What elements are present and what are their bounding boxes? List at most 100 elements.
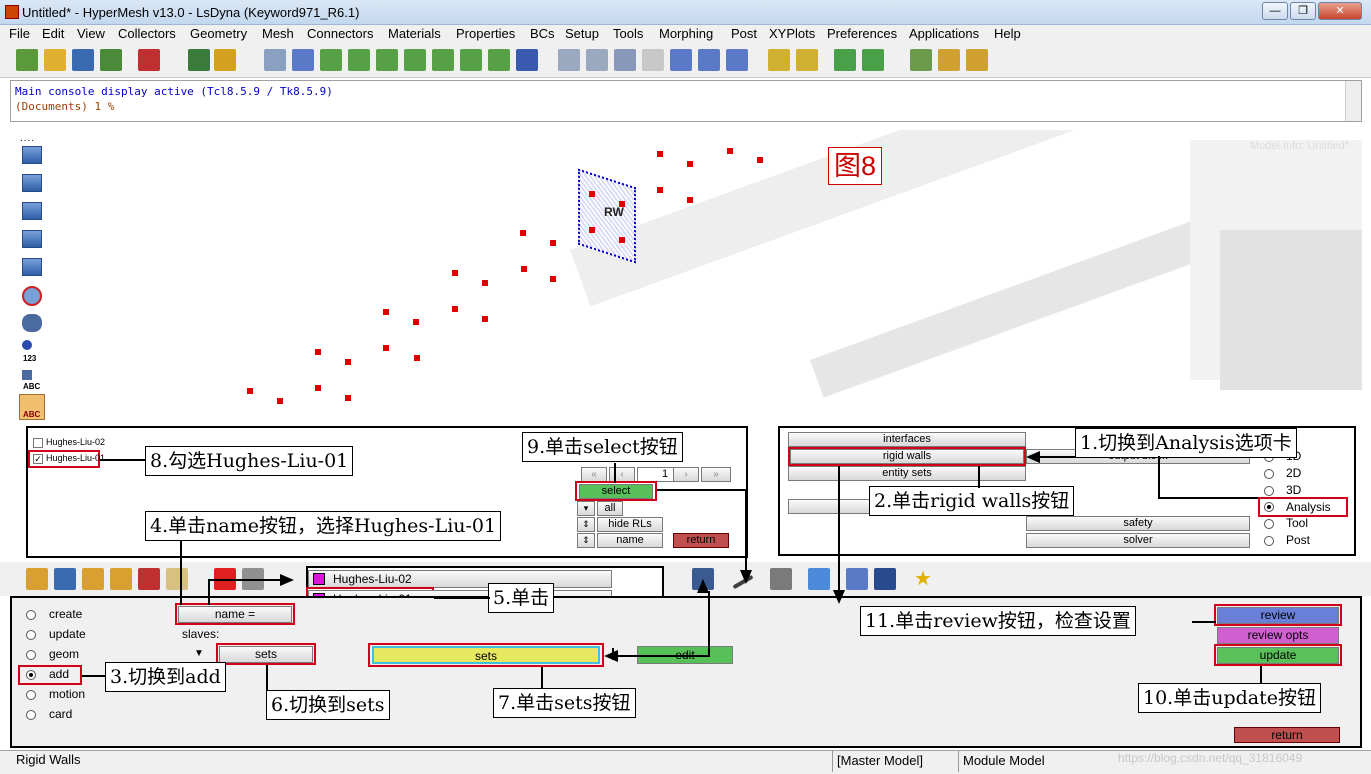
- rigid-walls-button[interactable]: rigid walls: [790, 449, 1024, 464]
- radio-post[interactable]: [1264, 536, 1274, 546]
- checkbox-hughes-liu-01[interactable]: ✓: [33, 454, 43, 464]
- export-icon[interactable]: [138, 49, 160, 71]
- safety-button[interactable]: safety: [1026, 516, 1250, 531]
- horizontal-arrow-icon[interactable]: [670, 49, 692, 71]
- organize-icon[interactable]: [82, 568, 104, 590]
- nav-first-button[interactable]: «: [581, 467, 607, 482]
- dropdown-icon[interactable]: ▾: [577, 501, 595, 516]
- hide-rls-button[interactable]: hide RLs: [597, 517, 663, 532]
- menu-tools[interactable]: Tools: [613, 26, 643, 41]
- view-yz-icon[interactable]: [432, 49, 454, 71]
- update-button[interactable]: update: [1217, 647, 1339, 664]
- surface-icon[interactable]: [808, 568, 830, 590]
- return-button[interactable]: return: [1234, 727, 1340, 743]
- previous-view-icon[interactable]: [292, 49, 314, 71]
- radio-tool[interactable]: [1264, 519, 1274, 529]
- menu-preferences[interactable]: Preferences: [827, 26, 897, 41]
- radio-geom[interactable]: [26, 650, 36, 660]
- slaves-dropdown-icon[interactable]: ▼: [194, 648, 204, 659]
- paste-icon[interactable]: [796, 49, 818, 71]
- radio-add[interactable]: [26, 670, 36, 680]
- no-entry-icon[interactable]: [22, 286, 42, 306]
- menu-mesh[interactable]: Mesh: [262, 26, 294, 41]
- sum-icon[interactable]: [910, 49, 932, 71]
- radio-create[interactable]: [26, 610, 36, 620]
- menu-help[interactable]: Help: [994, 26, 1021, 41]
- console-scrollbar[interactable]: [1345, 81, 1361, 121]
- radio-2d[interactable]: [1264, 469, 1274, 479]
- sum-folder-icon[interactable]: [938, 49, 960, 71]
- menu-edit[interactable]: Edit: [42, 26, 64, 41]
- radio-update[interactable]: [26, 630, 36, 640]
- label-abc-icon[interactable]: [22, 370, 32, 380]
- star-icon[interactable]: ★: [914, 568, 932, 590]
- menu-bcs[interactable]: BCs: [530, 26, 555, 41]
- monitor-icon[interactable]: [874, 568, 896, 590]
- view-xy-icon[interactable]: [320, 49, 342, 71]
- menu-properties[interactable]: Properties: [456, 26, 515, 41]
- menu-morphing[interactable]: Morphing: [659, 26, 713, 41]
- view-zy-icon[interactable]: [460, 49, 482, 71]
- save-model-icon[interactable]: [72, 49, 94, 71]
- find-icon[interactable]: [22, 202, 42, 220]
- entity-sets-button[interactable]: entity sets: [788, 466, 1026, 481]
- radio-motion[interactable]: [26, 690, 36, 700]
- color-folder-icon[interactable]: [214, 49, 236, 71]
- all-button[interactable]: all: [597, 501, 623, 516]
- zoom-icon[interactable]: [264, 49, 286, 71]
- menu-connectors[interactable]: Connectors: [307, 26, 373, 41]
- sets-toggle-button[interactable]: sets: [219, 646, 313, 663]
- analysis-empty-button[interactable]: [788, 499, 870, 514]
- shrink-icon[interactable]: [22, 258, 42, 276]
- spin-icon[interactable]: [726, 49, 748, 71]
- unmask-icon[interactable]: [22, 174, 42, 192]
- menu-post[interactable]: Post: [731, 26, 757, 41]
- nav-last-button[interactable]: »: [701, 467, 731, 482]
- sort-icon[interactable]: ⇕: [577, 517, 595, 532]
- rotate-center-icon[interactable]: [614, 49, 636, 71]
- binoculars-icon[interactable]: [22, 314, 42, 332]
- grid-icon[interactable]: [846, 568, 868, 590]
- sum-export-icon[interactable]: [966, 49, 988, 71]
- new-model-icon[interactable]: [16, 49, 38, 71]
- popup-item-hughes-liu-02[interactable]: Hughes-Liu-02: [308, 570, 612, 588]
- open-model-icon[interactable]: [44, 49, 66, 71]
- view-zx-icon[interactable]: [404, 49, 426, 71]
- minimize-button[interactable]: —: [1262, 2, 1288, 20]
- reorder-icon[interactable]: [138, 568, 160, 590]
- menu-file[interactable]: File: [9, 26, 30, 41]
- nav-prev-button[interactable]: ‹: [609, 467, 635, 482]
- nav-next-button[interactable]: ›: [673, 467, 699, 482]
- step-icon[interactable]: [862, 49, 884, 71]
- review-button[interactable]: review: [1217, 607, 1339, 624]
- menu-geometry[interactable]: Geometry: [190, 26, 247, 41]
- view-iso-icon[interactable]: [488, 49, 510, 71]
- info-icon[interactable]: [22, 340, 32, 350]
- menu-view[interactable]: View: [77, 26, 105, 41]
- rename-icon[interactable]: [110, 568, 132, 590]
- command-console[interactable]: Main console display active (Tcl8.5.9 / …: [10, 80, 1362, 122]
- run-icon[interactable]: [834, 49, 856, 71]
- interfaces-button[interactable]: interfaces: [788, 432, 1026, 447]
- checkbox-hughes-liu-02[interactable]: [33, 438, 43, 448]
- select-button[interactable]: select: [579, 484, 653, 499]
- updown-icon[interactable]: ⇕: [577, 533, 595, 548]
- radio-card[interactable]: [26, 710, 36, 720]
- view-yx-icon[interactable]: [348, 49, 370, 71]
- menu-xyplots[interactable]: XYPlots: [769, 26, 815, 41]
- plane-icon[interactable]: [770, 568, 792, 590]
- assemblies-icon[interactable]: [54, 568, 76, 590]
- zoom-in-icon[interactable]: [586, 49, 608, 71]
- menu-materials[interactable]: Materials: [388, 26, 441, 41]
- name-sort-button[interactable]: name: [597, 533, 663, 548]
- pan-hand-icon[interactable]: [642, 49, 664, 71]
- sets-select-button[interactable]: sets: [372, 646, 600, 664]
- radio-analysis[interactable]: [1264, 502, 1274, 512]
- menu-collectors[interactable]: Collectors: [118, 26, 176, 41]
- mask-icon[interactable]: [22, 146, 42, 164]
- name-button[interactable]: name =: [178, 606, 292, 623]
- review-opts-button[interactable]: review opts: [1217, 627, 1339, 644]
- user-icon[interactable]: [188, 49, 210, 71]
- menu-setup[interactable]: Setup: [565, 26, 599, 41]
- view-xz-icon[interactable]: [376, 49, 398, 71]
